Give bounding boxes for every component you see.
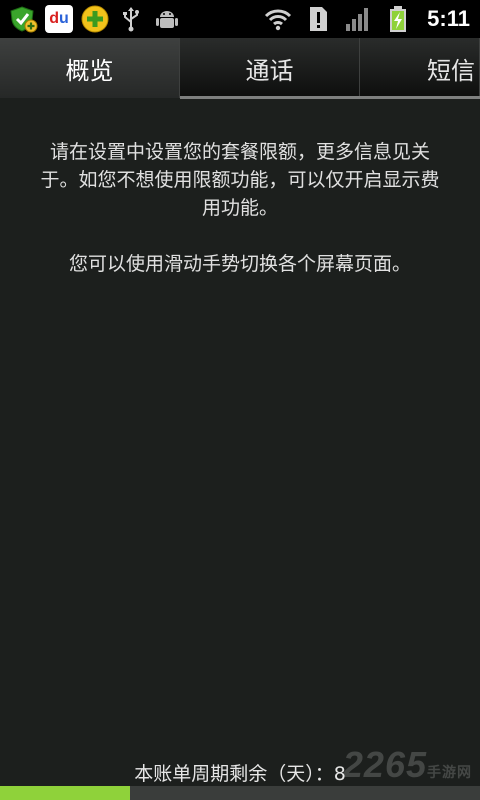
tab-bar: 概览 通话 短信 xyxy=(0,38,480,98)
tab-calls[interactable]: 通话 xyxy=(180,38,360,98)
tab-divider xyxy=(180,96,480,99)
billing-cycle-progress-fill xyxy=(0,786,130,800)
swipe-hint: 您可以使用滑动手势切换各个屏幕页面。 xyxy=(68,253,411,275)
status-bar: du 5:11 xyxy=(0,0,480,38)
du-letter-d: d xyxy=(49,10,59,27)
usb-icon xyxy=(116,4,146,34)
billing-cycle-remaining: 本账单周期剩余（天）：8 xyxy=(134,763,346,785)
tab-sms[interactable]: 短信 xyxy=(360,38,480,98)
android-icon xyxy=(152,4,182,34)
status-clock: 5:11 xyxy=(427,6,470,31)
notification-icons: du xyxy=(0,0,182,38)
signal-icon xyxy=(343,4,373,34)
wifi-icon xyxy=(263,4,293,34)
setup-message: 请在设置中设置您的套餐限额，更多信息见关于。如您不想使用限额功能，可以仅开启显示… xyxy=(40,141,440,219)
shield-plus-icon xyxy=(8,4,38,34)
billing-cycle-progress-bar xyxy=(0,786,480,800)
tab-overview[interactable]: 概览 xyxy=(0,38,180,98)
du-letter-u: u xyxy=(59,10,69,27)
system-icons: 5:11 xyxy=(263,0,480,38)
alert-icon xyxy=(303,4,333,34)
green-plus-app-icon xyxy=(80,4,110,34)
battery-icon xyxy=(383,4,413,34)
baidu-du-icon: du xyxy=(44,4,74,34)
overview-content: 请在设置中设置您的套餐限额，更多信息见关于。如您不想使用限额功能，可以仅开启显示… xyxy=(0,100,480,278)
